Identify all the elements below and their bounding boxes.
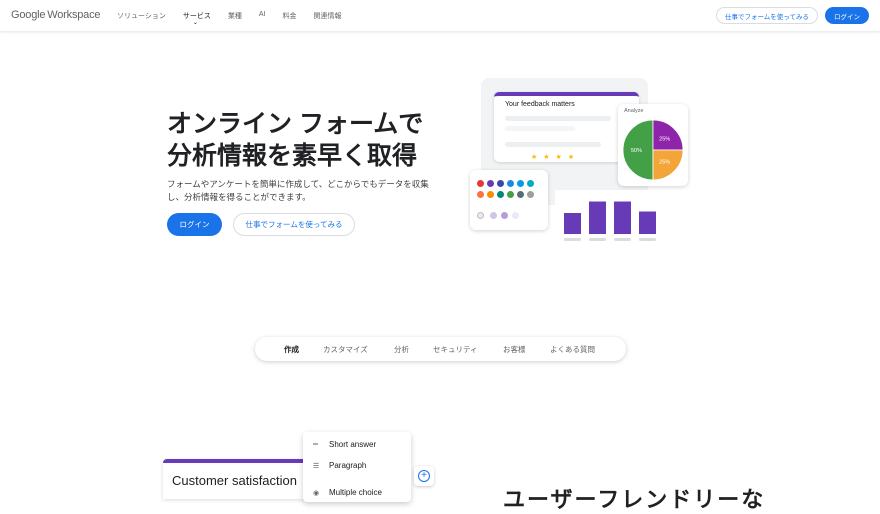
color-dot (490, 212, 497, 219)
top-nav: Google Workspace ソリューション サービス ⌄ 業種 AI 料金 関… (0, 0, 880, 31)
nav-item-industries[interactable]: 業種 (228, 11, 242, 21)
color-dot (497, 191, 504, 198)
bar-chart-card (555, 190, 665, 248)
bar (639, 211, 656, 234)
paragraph-icon: ☰ (313, 462, 320, 470)
color-dot (527, 191, 534, 198)
hero-desc-line1: フォームやアンケートを簡単に作成して、どこからでもデータを収集 (167, 179, 429, 189)
color-dot (477, 212, 484, 219)
plus-icon: + (418, 470, 430, 482)
color-dot (501, 212, 508, 219)
pie-slice (652, 119, 684, 151)
try-for-work-button[interactable]: 仕事でフォームを使ってみる (716, 7, 818, 24)
nav-item-services[interactable]: サービス ⌄ (183, 11, 211, 26)
color-palette-card (470, 170, 548, 230)
bar-chart (564, 201, 656, 241)
bar-axis-label-placeholder (639, 238, 656, 241)
sign-in-button[interactable]: ログイン (825, 7, 869, 24)
color-dot (517, 180, 524, 187)
logo-google: Google (11, 9, 46, 21)
color-dot (487, 191, 494, 198)
bar-axis-label-placeholder (614, 238, 631, 241)
tab-customize[interactable]: カスタマイズ (323, 344, 368, 355)
color-dot (527, 180, 534, 187)
menu-item-label: Short answer (329, 440, 377, 449)
pie-chart: 50% 25% 25% (622, 119, 684, 181)
bar-axis-label-placeholder (564, 238, 581, 241)
menu-item-label: Multiple choice (329, 488, 382, 497)
tab-security[interactable]: セキュリティ (433, 344, 478, 355)
hero-description: フォームやアンケートを簡単に作成して、どこからでもデータを収集 し、分析情報を得… (167, 178, 437, 204)
hero-title-line1: オンライン フォームで (167, 110, 424, 138)
hero-desc-line2: し、分析情報を得ることができます。 (167, 192, 311, 202)
menu-item-multiple-choice[interactable]: ◉ Multiple choice (313, 488, 382, 497)
google-workspace-logo[interactable]: Google Workspace (11, 9, 101, 21)
pie-slice-label: 50% (631, 148, 642, 154)
hero-try-for-work-button[interactable]: 仕事でフォームを使ってみる (233, 213, 355, 236)
hero-title: オンライン フォームで 分析情報を素早く取得 (167, 108, 447, 172)
menu-item-paragraph[interactable]: ☰ Paragraph (313, 461, 366, 470)
menu-item-label: Paragraph (329, 461, 367, 470)
short-answer-icon: ═ (313, 441, 318, 448)
form-line (505, 126, 575, 131)
tab-create[interactable]: 作成 (284, 344, 299, 355)
feature-tabs: 作成 カスタマイズ 分析 セキュリティ お客様 よくある質問 (255, 337, 626, 361)
hero-title-line2: 分析情報を素早く取得 (167, 142, 418, 170)
pie-slice-label: 25% (659, 136, 670, 142)
nav-item-solutions[interactable]: ソリューション (117, 11, 166, 21)
tab-customers[interactable]: お客様 (503, 344, 526, 355)
radio-icon: ◉ (313, 489, 320, 497)
bar-axis-label-placeholder (589, 238, 606, 241)
tab-analyze[interactable]: 分析 (394, 344, 409, 355)
hero-illustration: Your feedback matters ★★★★ Analyze 50% 25… (460, 70, 700, 250)
color-dot (477, 191, 484, 198)
bar (589, 201, 606, 234)
chevron-down-icon: ⌄ (192, 20, 198, 26)
analyze-pie-card: Analyze 50% 25% 25% (618, 104, 688, 186)
tab-faq[interactable]: よくある質問 (550, 344, 595, 355)
question-type-menu: ═ Short answer ☰ Paragraph ◉ Multiple ch… (303, 432, 411, 502)
customer-satisfaction-card: Customer satisfaction (163, 459, 310, 499)
customer-satisfaction-title: Customer satisfaction (172, 473, 297, 488)
section-heading: ユーザーフレンドリーな (503, 487, 766, 512)
bar (564, 213, 581, 234)
color-dot-selected (487, 180, 494, 187)
nav-item-pricing[interactable]: 料金 (283, 11, 297, 21)
form-line (505, 142, 601, 147)
feedback-form-title: Your feedback matters (505, 101, 575, 108)
nav-item-ai[interactable]: AI (259, 11, 266, 21)
hero-sign-in-button[interactable]: ログイン (167, 213, 222, 236)
rating-stars: ★★★★ (531, 154, 581, 161)
logo-workspace: Workspace (47, 9, 101, 21)
pie-slice-label: 25% (659, 160, 670, 166)
color-dot (517, 191, 524, 198)
color-dot (507, 191, 514, 198)
color-dot (497, 180, 504, 187)
add-question-button[interactable]: + (414, 466, 434, 486)
color-dot (512, 212, 519, 219)
bar (614, 201, 631, 234)
nav-item-resources[interactable]: 関連情報 (314, 11, 342, 21)
form-line (505, 116, 611, 121)
menu-item-short-answer[interactable]: ═ Short answer (313, 440, 376, 449)
color-dot (507, 180, 514, 187)
color-dot (477, 180, 484, 187)
